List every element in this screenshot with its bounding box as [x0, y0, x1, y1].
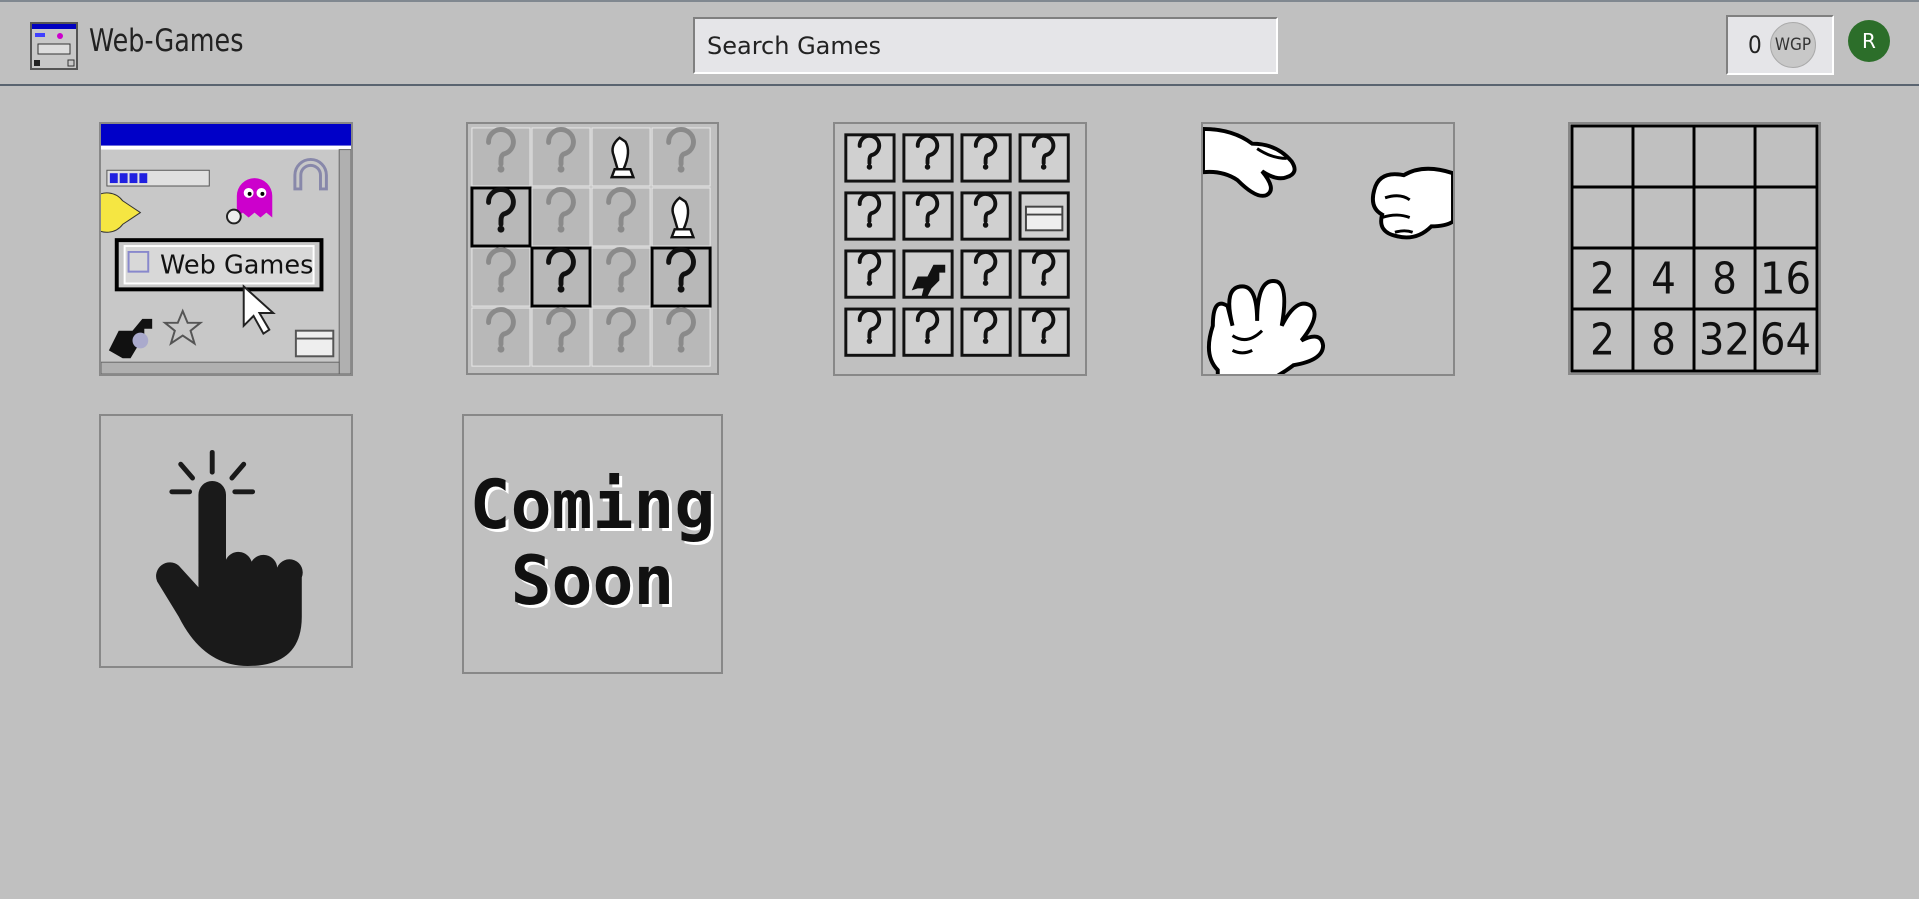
svg-text:2: 2 [1590, 315, 1615, 365]
svg-text:32: 32 [1699, 315, 1750, 365]
memory-tile[interactable] [833, 122, 1087, 376]
2048-tile[interactable]: 2 4 8 16 2 8 32 64 [1568, 122, 1821, 375]
tap-finger-icon [101, 416, 351, 666]
wgp-coin-icon: WGP [1770, 22, 1816, 68]
coming-soon-tile[interactable]: Coming Soon [462, 414, 723, 674]
svg-text:4: 4 [1651, 254, 1676, 304]
chess-minesweeper-tile[interactable] [466, 122, 719, 375]
web-games-tile[interactable]: Web Games [99, 122, 353, 376]
coming-soon-label: Coming Soon [469, 466, 716, 621]
question-box-grid-icon [835, 124, 1085, 374]
svg-text:16: 16 [1760, 254, 1811, 304]
brand-title[interactable]: Web-Games [89, 23, 243, 59]
web-games-logo-icon[interactable] [30, 22, 78, 70]
top-bar: Web-Games 0 WGP R [0, 0, 1919, 86]
svg-text:8: 8 [1651, 315, 1676, 365]
number-grid-icon: 2 4 8 16 2 8 32 64 [1570, 124, 1819, 373]
user-avatar[interactable]: R [1848, 20, 1890, 62]
search-input[interactable] [693, 17, 1278, 74]
svg-text:64: 64 [1760, 315, 1811, 365]
rock-paper-scissors-tile[interactable] [1201, 122, 1455, 376]
web-games-icon: Web Games [101, 124, 351, 374]
wallet-balance[interactable]: 0 WGP [1726, 15, 1834, 75]
hands-icon [1203, 124, 1453, 374]
wallet-amount: 0 [1748, 31, 1762, 59]
svg-text:Web Games: Web Games [160, 251, 313, 281]
clicker-tile[interactable] [99, 414, 353, 668]
question-chess-grid-icon [468, 124, 717, 373]
svg-text:2: 2 [1590, 254, 1615, 304]
svg-text:8: 8 [1712, 254, 1737, 304]
